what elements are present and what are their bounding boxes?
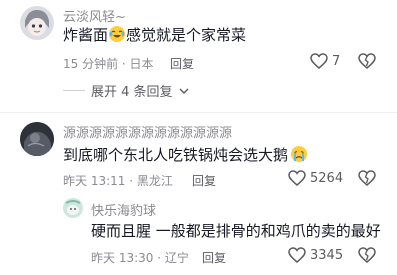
dislike-button[interactable] (358, 247, 376, 267)
heart-icon (288, 170, 306, 186)
reply-button[interactable]: 回复 (170, 55, 194, 72)
comment-divider (0, 112, 397, 113)
comment-time-location: 昨天 13:11 · 黑龙江 (63, 174, 173, 188)
reply-button[interactable]: 回复 (192, 172, 216, 189)
reply-username[interactable]: 快乐海豹球 (91, 200, 156, 219)
reply-text: 硬而且腥 一般都是排骨的和鸡爪的卖的最好 (91, 222, 381, 240)
heart-icon (310, 53, 328, 69)
heart-icon (288, 247, 306, 263)
like-button[interactable]: 3345 (288, 247, 343, 263)
comment-username[interactable]: 云淡风轻~ (63, 6, 126, 25)
comment-text-part: 炸酱面 (63, 26, 109, 44)
comment-username[interactable]: 源源源源源源源源源源源源源 (63, 122, 232, 141)
reply-time-location: 昨天 13:30 · 辽宁 (91, 251, 189, 265)
crying-emoji-icon (290, 145, 308, 168)
like-count: 7 (332, 53, 341, 69)
comment-text: 到底哪个东北人吃铁锅炖会选大鹅 (63, 145, 308, 168)
like-count: 3345 (310, 247, 344, 263)
laughing-crying-emoji-icon (108, 25, 126, 48)
broken-heart-icon (358, 247, 376, 263)
avatar-dark[interactable] (20, 122, 54, 156)
dislike-button[interactable] (358, 53, 376, 73)
reply-button[interactable]: 回复 (202, 249, 226, 266)
like-count: 5264 (310, 170, 344, 186)
like-button[interactable]: 5264 (288, 170, 343, 186)
expand-replies-button[interactable]: 展开 4 条回复 (63, 81, 189, 100)
broken-heart-icon (358, 53, 376, 69)
avatar-seal[interactable] (63, 198, 83, 218)
comment-text: 炸酱面 感觉就是个家常菜 (63, 25, 246, 48)
expand-divider-line (63, 90, 85, 91)
broken-heart-icon (358, 170, 376, 186)
comment-time-location: 15 分钟前 · 日本 (63, 57, 154, 71)
dislike-button[interactable] (358, 170, 376, 190)
avatar-anime[interactable] (20, 6, 54, 40)
expand-replies-label: 展开 4 条回复 (91, 85, 173, 100)
comment-text-part: 感觉就是个家常菜 (126, 26, 247, 44)
like-button[interactable]: 7 (310, 53, 340, 69)
chevron-down-icon (179, 88, 189, 94)
comment-text-part: 到底哪个东北人吃铁锅炖会选大鹅 (63, 146, 289, 164)
